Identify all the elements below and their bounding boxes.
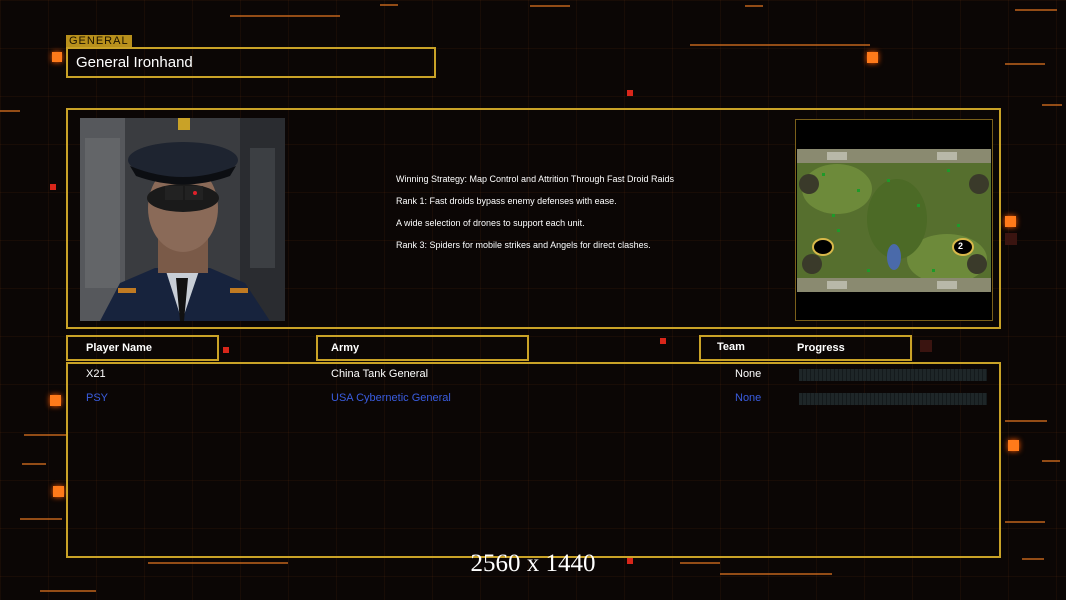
deco-square xyxy=(867,52,878,63)
deco-line xyxy=(1042,460,1060,462)
map-preview-frame[interactable]: 2 xyxy=(795,119,993,321)
header-army[interactable]: Army xyxy=(316,335,529,361)
deco-line xyxy=(530,5,570,7)
deco-square xyxy=(53,486,64,497)
header-player-name-label: Player Name xyxy=(86,342,153,354)
general-name-box[interactable]: General Ironhand xyxy=(66,47,436,78)
strategy-line: A wide selection of drones to support ea… xyxy=(396,218,585,228)
player-progress-bar xyxy=(799,369,987,381)
player-name: X21 xyxy=(86,368,106,380)
player-progress-bar xyxy=(799,393,987,405)
deco-square xyxy=(1005,233,1017,245)
player-list: X21 China Tank General None PSY USA Cybe… xyxy=(66,362,1001,558)
deco-line xyxy=(1005,63,1045,65)
deco-square xyxy=(52,52,62,62)
strategy-text: Winning Strategy: Map Control and Attrit… xyxy=(396,174,696,262)
header-army-label: Army xyxy=(331,342,360,354)
deco-line xyxy=(20,518,62,520)
header-player-name[interactable]: Player Name xyxy=(66,335,219,361)
header-progress-label: Progress xyxy=(797,342,845,354)
deco-line xyxy=(0,110,20,112)
deco-line xyxy=(1042,104,1062,106)
deco-line xyxy=(1015,9,1057,11)
player-row[interactable]: PSY USA Cybernetic General None xyxy=(68,390,999,408)
deco-line xyxy=(1005,521,1045,523)
deco-square xyxy=(50,395,61,406)
deco-square xyxy=(660,338,666,344)
deco-line xyxy=(1005,420,1047,422)
deco-line xyxy=(690,44,870,46)
map-spawn-marker: 2 xyxy=(958,241,964,251)
player-team: None xyxy=(735,392,762,404)
deco-square xyxy=(223,347,229,353)
deco-line xyxy=(40,590,96,592)
deco-square xyxy=(627,90,633,96)
deco-line xyxy=(380,4,398,6)
deco-square xyxy=(1008,440,1019,451)
player-army: China Tank General xyxy=(331,368,429,380)
header-team-label: Team xyxy=(717,341,745,353)
deco-square xyxy=(920,340,932,352)
general-name: General Ironhand xyxy=(76,54,193,71)
strategy-line: Rank 1: Fast droids bypass enemy defense… xyxy=(396,196,617,206)
strategy-line: Rank 3: Spiders for mobile strikes and A… xyxy=(396,240,651,250)
resolution-label: 2560 x 1440 xyxy=(470,550,596,577)
map-preview: 2 xyxy=(797,149,991,292)
header-team-progress[interactable]: Team Progress xyxy=(699,335,912,361)
player-name: PSY xyxy=(86,392,109,404)
deco-line xyxy=(745,5,763,7)
deco-line xyxy=(22,463,46,465)
player-team: None xyxy=(735,368,762,380)
general-info-panel: Winning Strategy: Map Control and Attrit… xyxy=(66,108,1001,329)
player-army: USA Cybernetic General xyxy=(331,392,451,404)
deco-square xyxy=(50,184,56,190)
deco-line xyxy=(24,434,66,436)
strategy-line: Winning Strategy: Map Control and Attrit… xyxy=(396,174,674,184)
deco-square xyxy=(1005,216,1016,227)
general-portrait xyxy=(80,118,285,321)
player-row[interactable]: X21 China Tank General None xyxy=(68,366,999,384)
deco-line xyxy=(230,15,340,17)
